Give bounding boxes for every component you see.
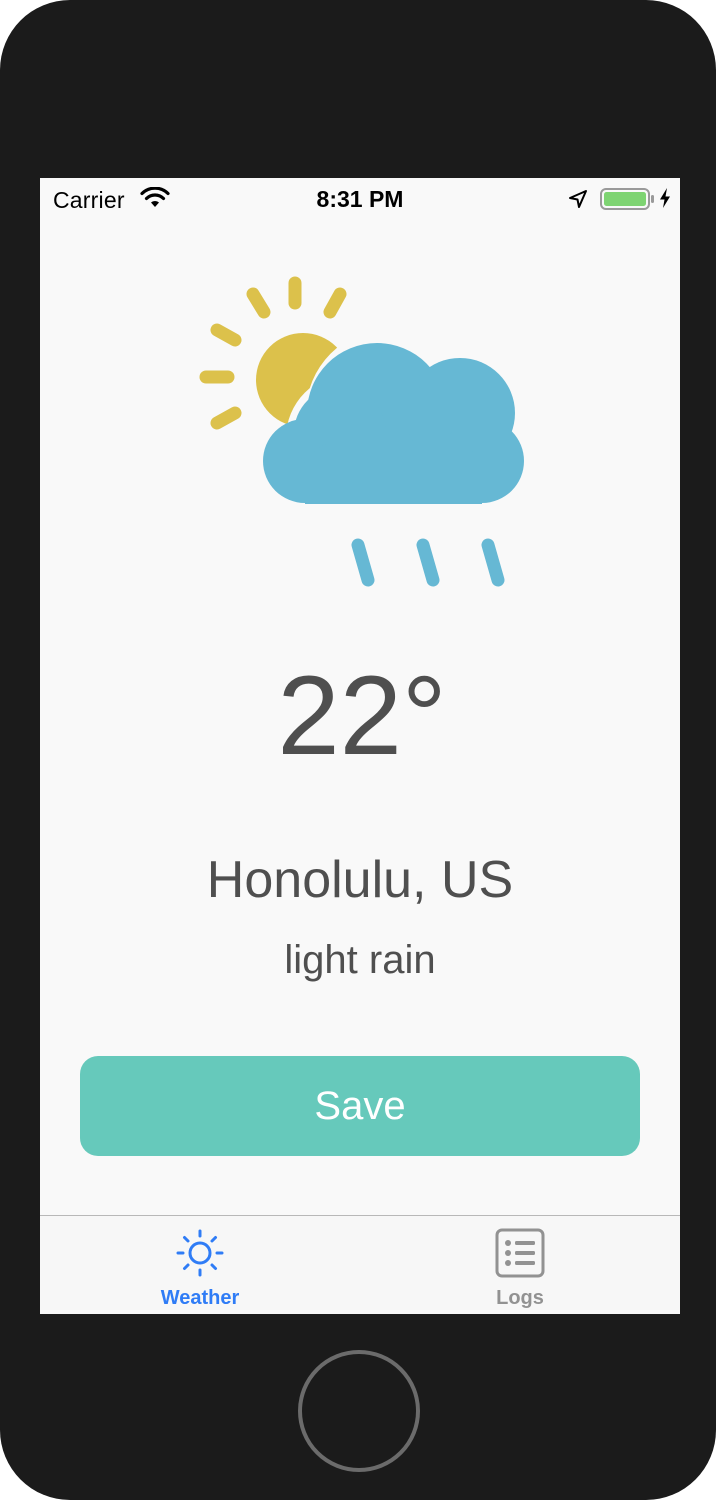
tab-weather[interactable]: Weather bbox=[40, 1216, 360, 1314]
temperature-label: 22° bbox=[277, 653, 447, 778]
battery-icon bbox=[600, 188, 654, 210]
charging-bolt-icon bbox=[660, 188, 670, 208]
app-screen: Carrier 8:31 PM 22° Honolulu, US light r… bbox=[40, 178, 680, 1314]
location-arrow-icon bbox=[569, 190, 587, 208]
phone-device: Carrier 8:31 PM 22° Honolulu, US light r… bbox=[0, 0, 716, 1500]
tab-logs-label: Logs bbox=[496, 1287, 544, 1309]
weather-description: light rain bbox=[284, 938, 436, 982]
home-button[interactable] bbox=[298, 1350, 420, 1472]
tab-bar: Weather Logs bbox=[40, 1215, 680, 1314]
partly-sunny-rain-icon bbox=[199, 276, 524, 587]
sun-icon bbox=[176, 1229, 224, 1277]
save-button[interactable]: Save bbox=[80, 1056, 640, 1156]
list-icon bbox=[495, 1228, 545, 1278]
tab-weather-label: Weather bbox=[160, 1287, 240, 1309]
tab-logs[interactable]: Logs bbox=[360, 1216, 680, 1314]
city-label: Honolulu, US bbox=[206, 851, 514, 909]
status-bar: Carrier 8:31 PM bbox=[40, 178, 680, 220]
